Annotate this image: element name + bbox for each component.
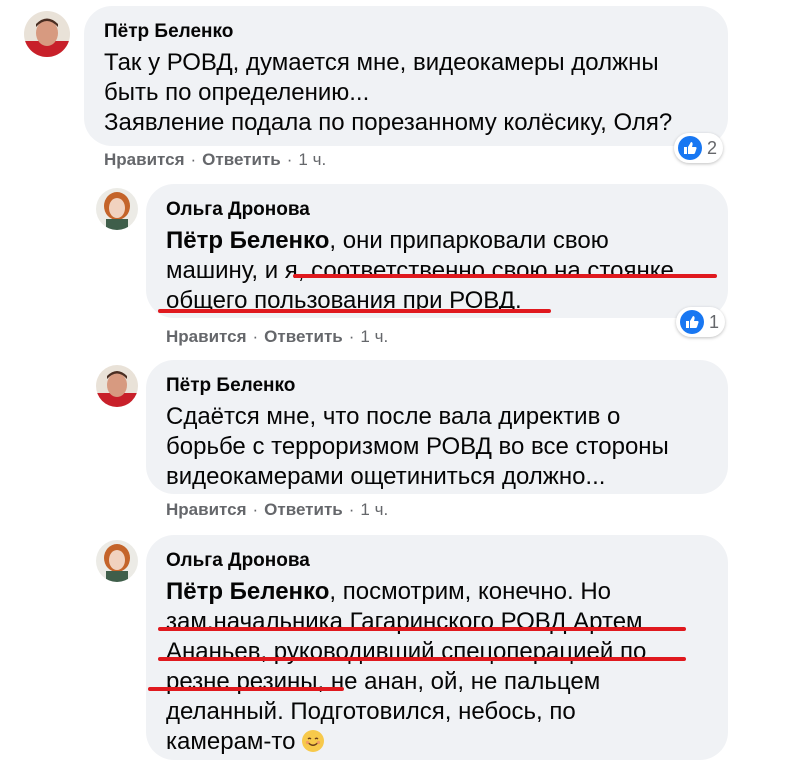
comment-author[interactable]: Ольга Дронова xyxy=(166,198,708,222)
comment-author[interactable]: Ольга Дронова xyxy=(166,549,708,573)
reaction-count[interactable]: 1 xyxy=(676,307,726,337)
comment-bubble: Пётр Беленко Сдаётся мне, что после вала… xyxy=(146,360,728,494)
like-button[interactable]: Нравится xyxy=(166,500,247,519)
thumbs-up-icon xyxy=(680,310,704,334)
avatar-olga[interactable] xyxy=(96,188,138,230)
comment-text: Сдаётся мне, что после вала директив о бо… xyxy=(166,403,669,490)
comment-author[interactable]: Пётр Беленко xyxy=(104,20,708,44)
avatar-petr[interactable] xyxy=(96,365,138,407)
reply-button[interactable]: Ответить xyxy=(202,150,281,169)
reply-button[interactable]: Ответить xyxy=(264,500,343,519)
reply-button[interactable]: Ответить xyxy=(264,327,343,346)
smiling-face-emoji xyxy=(302,730,325,752)
mention-link[interactable]: Пётр Беленко xyxy=(166,578,329,605)
reaction-count[interactable]: 2 xyxy=(674,133,724,163)
comment-text: Пётр Беленко, посмотрим, конечно. Но зам.… xyxy=(166,578,647,755)
avatar-olga[interactable] xyxy=(96,540,138,582)
highlight-underline xyxy=(158,309,551,313)
highlight-underline xyxy=(148,687,344,691)
comment-bubble: Ольга Дронова Пётр Беленко, посмотрим, к… xyxy=(146,535,728,760)
timestamp[interactable]: 1 ч. xyxy=(360,327,388,346)
comment-text: Так у РОВД, думается мне, видеокамеры до… xyxy=(104,49,673,136)
like-button[interactable]: Нравится xyxy=(166,327,247,346)
mention-link[interactable]: Пётр Беленко xyxy=(166,227,329,254)
highlight-underline xyxy=(158,627,686,631)
comment-bubble: Ольга Дронова Пётр Беленко, они припарко… xyxy=(146,184,728,318)
like-button[interactable]: Нравится xyxy=(104,150,185,169)
comment-text: Пётр Беленко, они припарковали свою машин… xyxy=(166,227,674,314)
timestamp[interactable]: 1 ч. xyxy=(298,150,326,169)
highlight-underline xyxy=(293,274,717,278)
timestamp[interactable]: 1 ч. xyxy=(360,500,388,519)
thumbs-up-icon xyxy=(678,136,702,160)
avatar-petr[interactable] xyxy=(24,11,70,57)
highlight-underline xyxy=(158,657,686,661)
comment-bubble: Пётр Беленко Так у РОВД, думается мне, в… xyxy=(84,6,728,146)
comment-author[interactable]: Пётр Беленко xyxy=(166,374,708,398)
comment-actions: Нравится · Ответить · 1 ч. xyxy=(166,327,389,346)
comment-actions: Нравится · Ответить · 1 ч. xyxy=(104,150,327,169)
comment-actions: Нравится · Ответить · 1 ч. xyxy=(166,500,389,519)
